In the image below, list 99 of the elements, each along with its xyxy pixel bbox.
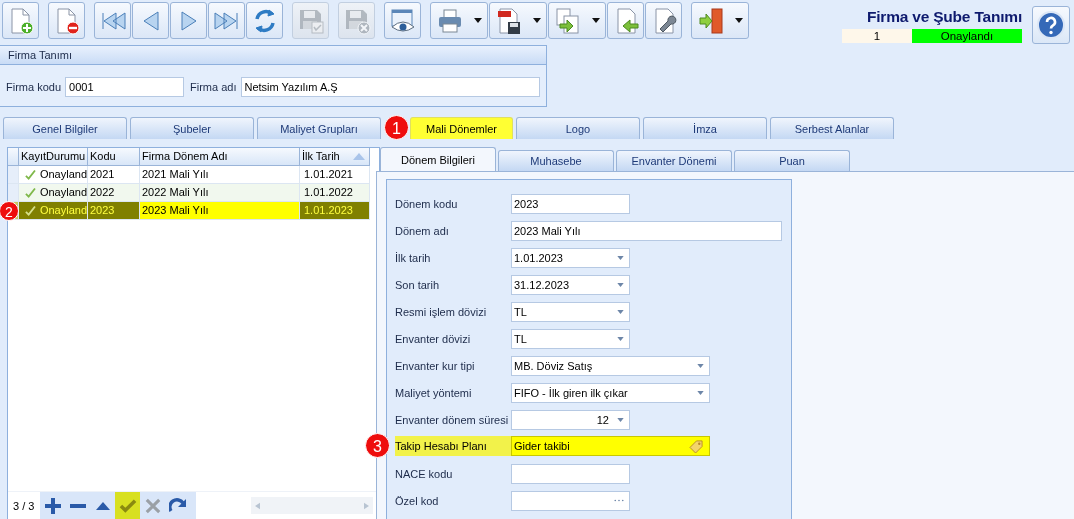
printer-icon bbox=[436, 6, 464, 35]
text-field[interactable]: 2023 bbox=[511, 193, 630, 214]
redo-icon bbox=[168, 497, 187, 514]
tab[interactable]: Puan bbox=[734, 150, 850, 171]
tab[interactable]: Maliyet Grupları bbox=[257, 117, 381, 139]
field-label: Envanter dövizi bbox=[395, 332, 472, 345]
tab[interactable]: İmza bbox=[643, 117, 767, 139]
column-header[interactable]: KayıtDurumu bbox=[19, 148, 88, 166]
dropdown-arrow-icon bbox=[697, 390, 704, 395]
tab[interactable]: Mali Dönemler bbox=[410, 117, 513, 139]
tab[interactable]: Serbest Alanlar bbox=[770, 117, 894, 139]
dropdown-arrow-icon bbox=[617, 417, 624, 422]
column-header[interactable]: Kodu bbox=[88, 148, 140, 166]
column-header[interactable]: Firma Dönem Adı bbox=[140, 148, 300, 166]
dropdown-arrow-icon bbox=[617, 255, 624, 260]
up-arrow-icon bbox=[95, 501, 110, 510]
tab[interactable]: Dönem Bilgileri bbox=[380, 147, 496, 171]
table-cell: 2023 Mali Yılı bbox=[140, 202, 300, 220]
field-label: Özel kod bbox=[395, 494, 440, 507]
help-icon bbox=[1036, 10, 1066, 40]
text-field[interactable]: 0001 bbox=[65, 77, 185, 97]
plus-icon bbox=[44, 497, 61, 514]
field-label: Maliyet yöntemi bbox=[395, 386, 473, 399]
check-icon bbox=[118, 498, 137, 513]
field-label: Son tarih bbox=[395, 278, 441, 291]
left-arrow-icon bbox=[255, 501, 260, 510]
door-arrow-icon bbox=[697, 6, 725, 35]
check-icon bbox=[25, 186, 36, 199]
help-button[interactable] bbox=[1032, 6, 1070, 44]
field-label: Firma adı bbox=[190, 81, 237, 93]
text-field[interactable]: Netsim Yazılım A.Ş bbox=[240, 77, 540, 97]
dropdown-field[interactable]: 12 bbox=[511, 409, 630, 430]
dropdown-field[interactable]: MB. Döviz Satış bbox=[511, 355, 710, 376]
record-number: 1 bbox=[842, 29, 912, 43]
dropdown-field[interactable]: TL bbox=[511, 328, 630, 349]
dropdown-arrow-icon bbox=[697, 363, 704, 368]
table-cell-text: Onayland bbox=[39, 185, 87, 200]
dropdown-arrow-icon bbox=[617, 282, 624, 287]
table-cell-text: Onayland bbox=[39, 167, 87, 182]
field-label: İlk tarih bbox=[395, 251, 432, 264]
field-label: NACE kodu bbox=[395, 467, 454, 480]
table-cell: 2022 Mali Yılı bbox=[140, 184, 300, 202]
toolbar-button[interactable] bbox=[384, 2, 421, 39]
caret-icon bbox=[533, 18, 541, 23]
document-floppy-icon bbox=[495, 6, 523, 35]
row-indicator bbox=[8, 166, 19, 184]
field-label: Firma kodu bbox=[6, 81, 62, 93]
table-cell-text: Onayland bbox=[39, 203, 87, 218]
button-field[interactable] bbox=[511, 490, 630, 511]
right-arrow-icon bbox=[364, 501, 369, 510]
window-eye-icon bbox=[388, 6, 417, 35]
ellipsis-icon bbox=[614, 499, 624, 502]
form-title: Firma ve Şube Tanımı bbox=[866, 7, 1022, 26]
table-cell: 2022 bbox=[88, 184, 140, 202]
dropdown-field[interactable]: FIFO - İlk giren ilk çıkar bbox=[511, 382, 710, 403]
tag-icon bbox=[689, 439, 704, 453]
dropdown-field[interactable]: TL bbox=[511, 301, 630, 322]
toolbar-button[interactable] bbox=[489, 2, 547, 39]
field-label: Dönem adı bbox=[395, 224, 450, 237]
field-label: Takip Hesabı Planı bbox=[395, 440, 488, 452]
status-label: Onaylandı bbox=[912, 29, 1022, 43]
dropdown-arrow-icon bbox=[617, 309, 624, 314]
minus-icon bbox=[69, 503, 86, 508]
text-field[interactable]: 2023 Mali Yılı bbox=[511, 220, 782, 241]
tab[interactable]: Muhasebe bbox=[498, 150, 614, 171]
caret-icon bbox=[592, 18, 600, 23]
lookup-field[interactable]: Gider takibi bbox=[511, 436, 710, 456]
caret-icon bbox=[474, 18, 482, 23]
table-cell: 2023 bbox=[88, 202, 140, 220]
tab[interactable]: Genel Bilgiler bbox=[3, 117, 127, 139]
horizontal-scrollbar[interactable] bbox=[251, 497, 373, 514]
field-label: Envanter kur tipi bbox=[395, 359, 476, 372]
table-row[interactable]: Onayland 2022 2022 Mali Yılı 1.01.2022 bbox=[19, 184, 370, 202]
dropdown-field[interactable]: 31.12.2023 bbox=[511, 274, 630, 295]
field-label: Envanter dönem süresi bbox=[395, 413, 510, 426]
field-label: Resmi işlem dövizi bbox=[395, 305, 488, 318]
toolbar-button[interactable] bbox=[48, 2, 85, 39]
dropdown-arrow-icon bbox=[617, 336, 624, 341]
tab[interactable]: Envanter Dönemi bbox=[616, 150, 732, 171]
step-marker: 1 bbox=[384, 115, 409, 140]
field-label: Dönem kodu bbox=[395, 197, 459, 210]
caret-icon bbox=[735, 18, 743, 23]
navigator-button[interactable] bbox=[115, 492, 141, 519]
documents-arrow-icon bbox=[554, 6, 582, 35]
tab[interactable]: Şubeler bbox=[130, 117, 254, 139]
cross-icon bbox=[144, 497, 161, 514]
table-cell: 1.01.2023 bbox=[300, 202, 370, 220]
dropdown-field[interactable]: 1.01.2023 bbox=[511, 247, 630, 268]
column-header[interactable]: İlk Tarih bbox=[300, 148, 370, 166]
record-position: 3 / 3 bbox=[12, 499, 36, 512]
toolbar-button[interactable] bbox=[645, 2, 682, 39]
row-indicator bbox=[8, 184, 19, 202]
table-row[interactable]: Onayland 2023 2023 Mali Yılı 1.01.2023 bbox=[19, 202, 370, 220]
check-icon bbox=[25, 168, 36, 181]
tab[interactable]: Logo bbox=[516, 117, 640, 139]
check-icon bbox=[25, 204, 36, 217]
table-cell: 1.01.2022 bbox=[300, 184, 370, 202]
panel-title: Firma Tanımı bbox=[0, 46, 546, 65]
text-field[interactable] bbox=[511, 463, 630, 484]
